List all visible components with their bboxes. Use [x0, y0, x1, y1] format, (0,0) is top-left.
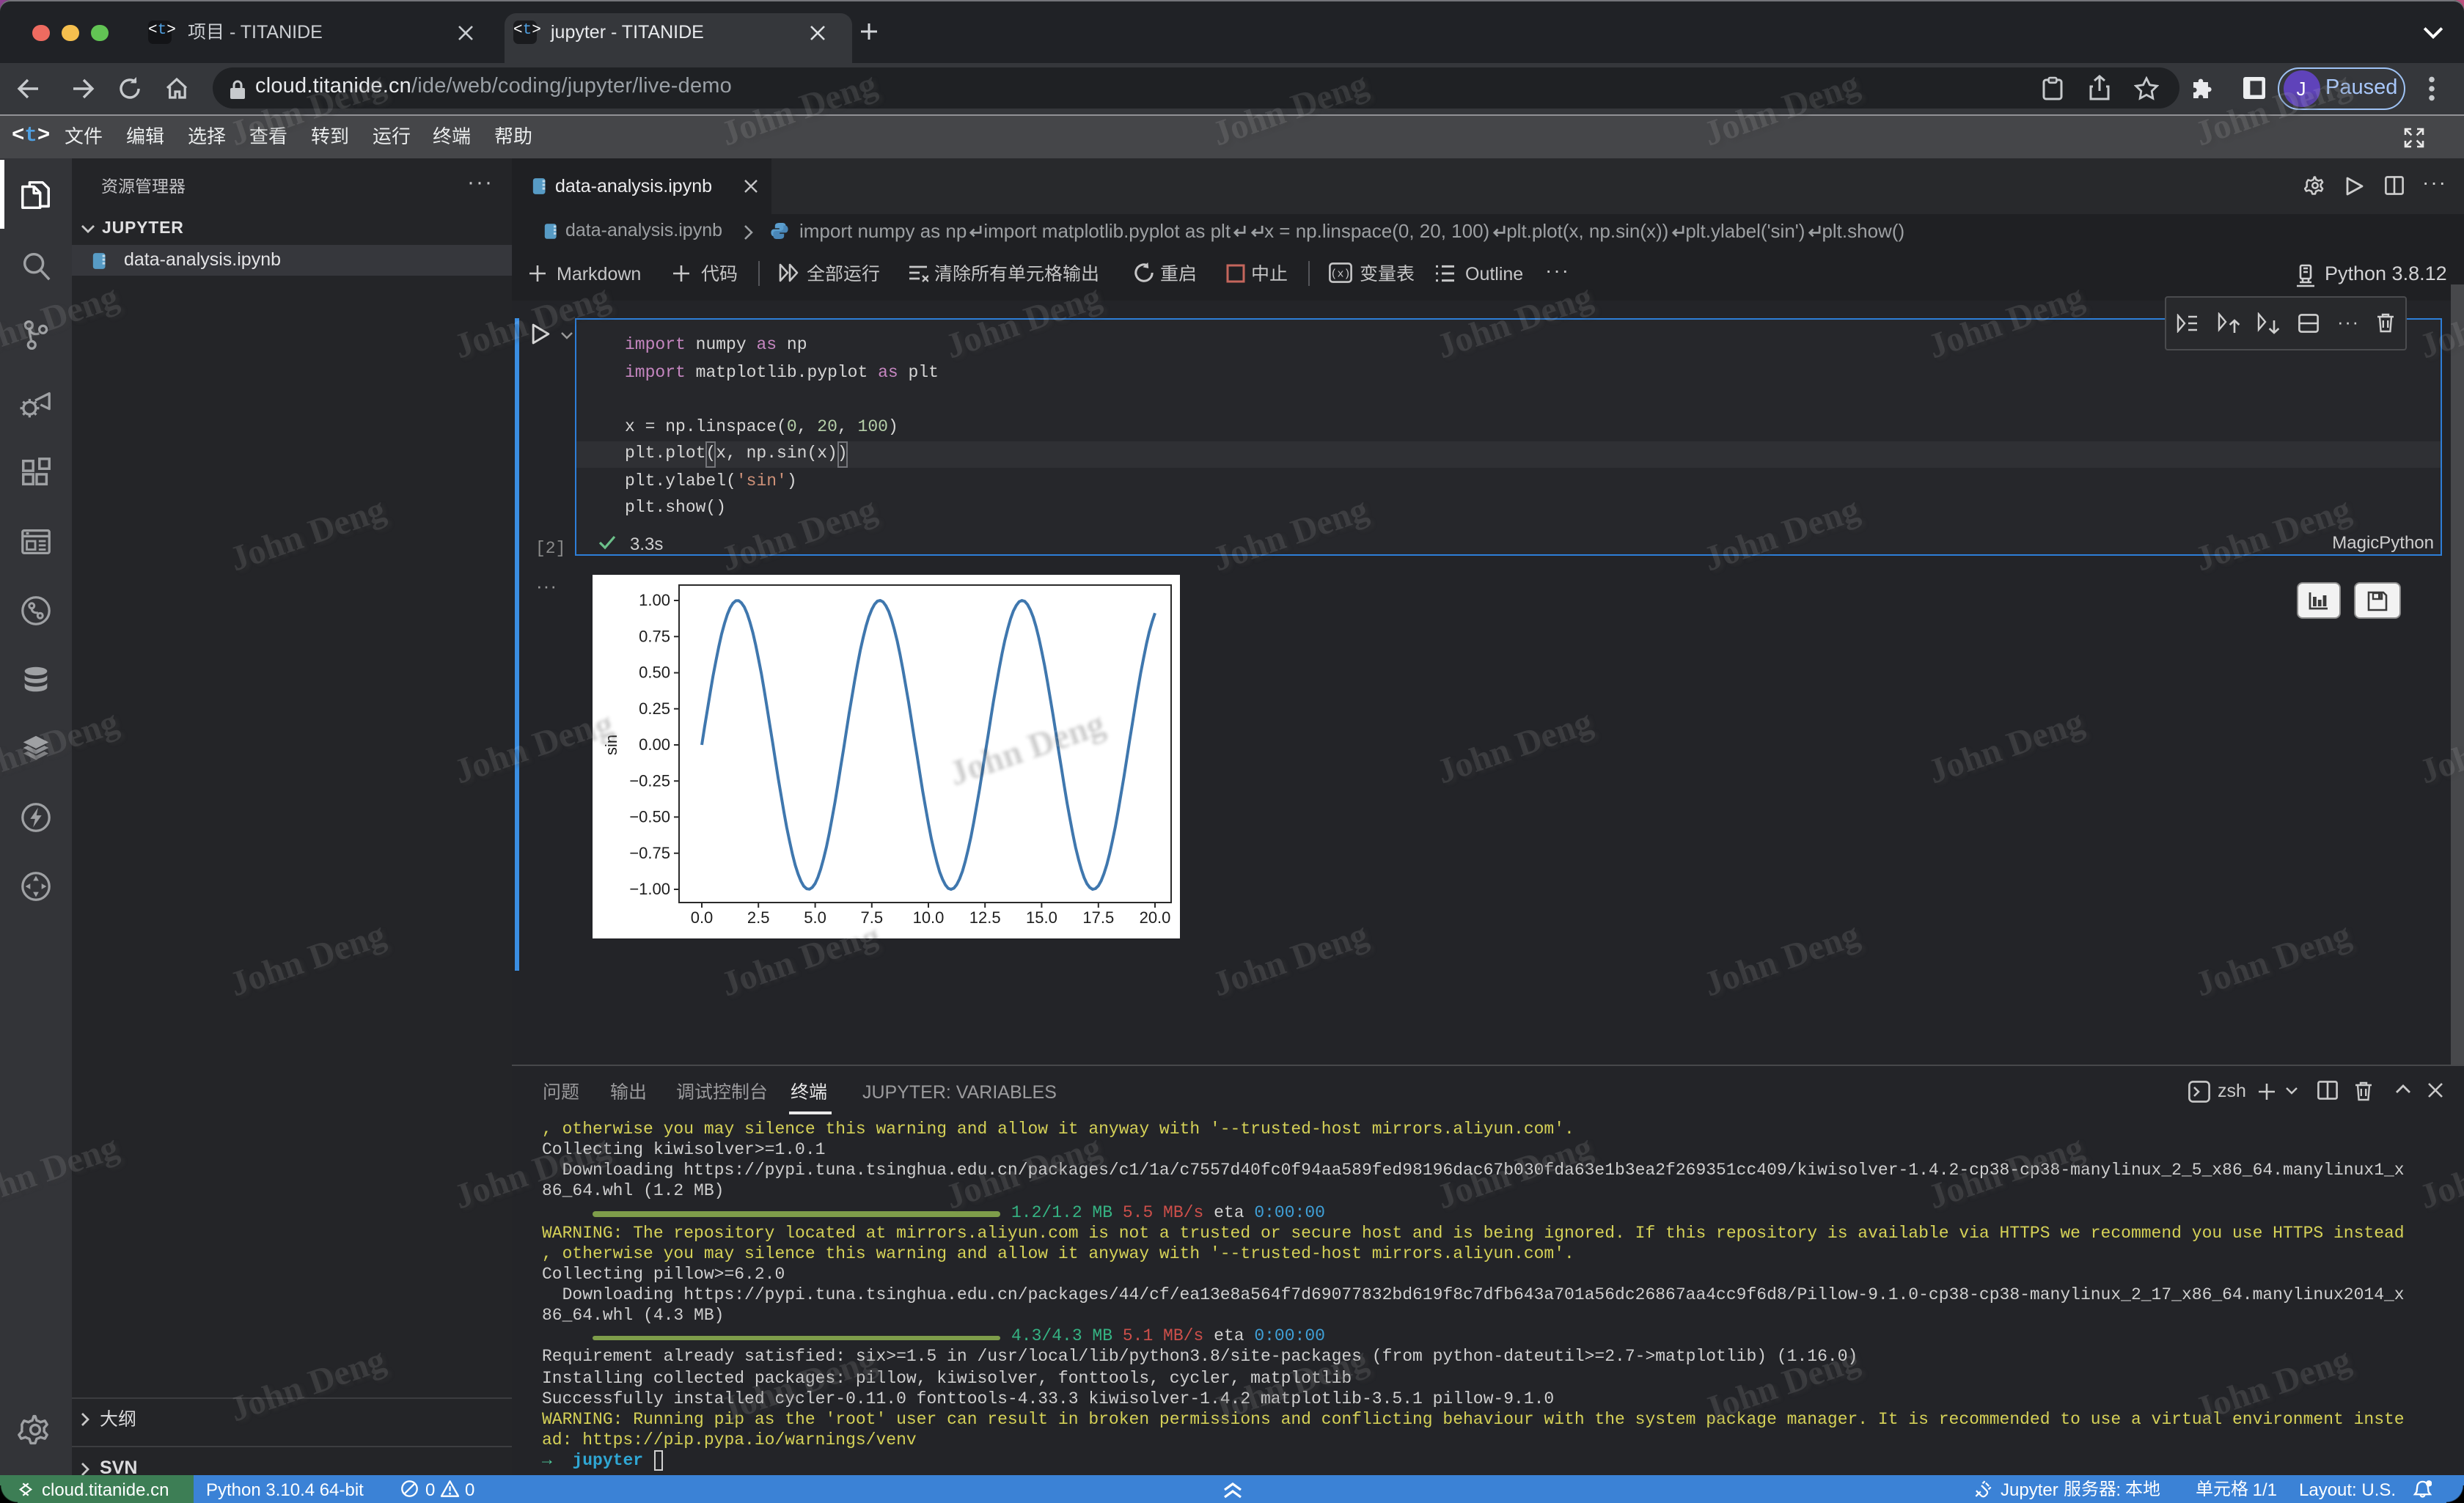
svg-text:−0.25: −0.25: [629, 771, 670, 789]
svg-text:7.5: 7.5: [861, 908, 884, 926]
svg-text:0.0: 0.0: [691, 908, 714, 926]
svg-text:0.50: 0.50: [639, 663, 670, 681]
svg-text:15.0: 15.0: [1026, 908, 1057, 926]
svg-text:12.5: 12.5: [969, 908, 1001, 926]
svg-text:1.00: 1.00: [639, 590, 670, 609]
svg-text:10.0: 10.0: [913, 908, 945, 926]
svg-text:−0.50: −0.50: [629, 807, 670, 826]
svg-text:0.75: 0.75: [639, 626, 670, 644]
svg-text:−1.00: −1.00: [629, 879, 670, 897]
svg-text:sin: sin: [602, 734, 620, 754]
svg-text:0.25: 0.25: [639, 699, 670, 717]
svg-text:−0.75: −0.75: [629, 843, 670, 861]
svg-text:17.5: 17.5: [1082, 908, 1114, 926]
svg-text:2.5: 2.5: [747, 908, 770, 926]
svg-text:(x): (x): [1330, 268, 1350, 281]
svg-text:5.0: 5.0: [804, 908, 826, 926]
svg-text:20.0: 20.0: [1140, 908, 1171, 926]
svg-text:0.00: 0.00: [639, 735, 670, 753]
